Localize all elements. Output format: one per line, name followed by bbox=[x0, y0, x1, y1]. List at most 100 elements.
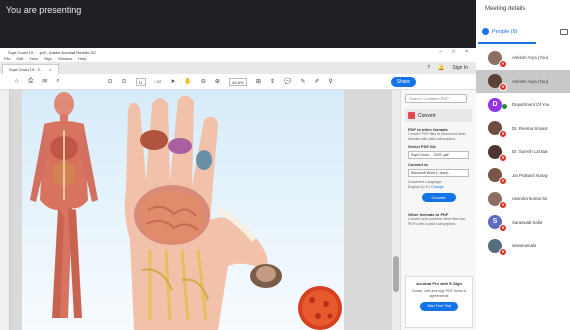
participant-row[interactable]: ✕ Dr. Suresh Lal Bar bbox=[476, 140, 570, 164]
sign-in-link[interactable]: Sign In bbox=[452, 65, 468, 71]
tools-pane: Search 'Combine PDF' Convert PDF to othe… bbox=[400, 90, 476, 330]
start-trial-button[interactable]: Start Free Trial bbox=[420, 302, 458, 312]
zoom-in-icon[interactable]: ⊕ bbox=[215, 78, 220, 85]
document-area bbox=[0, 90, 392, 330]
page-number-input[interactable]: 11 bbox=[135, 77, 146, 86]
participant-name: Saraswati Kalla bbox=[512, 219, 543, 225]
participant-row[interactable]: ✕ Ankesh Arya (You) bbox=[476, 46, 570, 70]
menu-help[interactable]: Help bbox=[78, 56, 86, 62]
mic-muted-icon: ✕ bbox=[499, 153, 507, 162]
fit-page-icon[interactable]: ⊞ bbox=[256, 78, 261, 85]
meeting-details-title: Meeting details bbox=[485, 6, 526, 12]
mic-muted-icon: ✕ bbox=[499, 224, 507, 233]
highlight-icon[interactable]: ✎ bbox=[300, 78, 305, 85]
promo-subtitle: Create, edit and sign PDF forms & agreem… bbox=[411, 289, 467, 298]
participant-row[interactable]: D Department Of You bbox=[476, 93, 570, 117]
avatar: ✕ bbox=[488, 238, 507, 256]
avatar: ✕ bbox=[488, 191, 507, 209]
bookmark-icon[interactable]: ☆ bbox=[14, 78, 19, 85]
menu-sign[interactable]: Sign bbox=[44, 56, 52, 62]
participant-name: Ankesh Arya (You) bbox=[512, 55, 549, 61]
menu-window[interactable]: Window bbox=[58, 56, 72, 62]
menu-view[interactable]: View bbox=[29, 56, 38, 62]
find-icon[interactable]: ⌕ bbox=[56, 78, 59, 85]
zoom-level[interactable]: 80.6% bbox=[228, 77, 247, 86]
participant-row[interactable]: ✕ ravindra kumar ba bbox=[476, 187, 570, 211]
promo-title: Acrobat Pro with E-Sign bbox=[416, 281, 462, 286]
draw-icon[interactable]: ✐ bbox=[315, 78, 320, 85]
share-button[interactable]: Share bbox=[390, 76, 416, 87]
hand-tool-icon[interactable]: ✋ bbox=[184, 78, 191, 85]
navigation-strip[interactable] bbox=[0, 90, 10, 330]
help-icon[interactable]: ? bbox=[427, 65, 430, 71]
change-language-link[interactable]: Change bbox=[431, 185, 444, 189]
print-icon[interactable]: ⎙ bbox=[28, 78, 33, 85]
acrobat-toolbar: ☆ ⎙ ✉ ⌕ ⊙ ⊙ 11 / 22 ➤ ✋ ⊖ ⊕ 80.6% ⊞ ⇕ 💬 … bbox=[0, 74, 476, 90]
meeting-tabs: People (9) bbox=[476, 22, 570, 44]
participant-name: Jai Prakash Naray bbox=[512, 172, 548, 178]
acrobat-window: Supt Covid 19 - ...pdf - Adobe Acrobat R… bbox=[0, 48, 476, 330]
participant-row[interactable]: S ✕ Saraswati Kalla bbox=[476, 211, 570, 235]
presenting-text: You are presenting bbox=[6, 5, 82, 15]
pdf-to-other-desc: Convert PDF files to Word and other form… bbox=[408, 132, 466, 141]
human-body-figure bbox=[30, 92, 98, 318]
convert-section-header[interactable]: Convert bbox=[405, 109, 472, 122]
page-total: / 22 bbox=[154, 79, 162, 84]
tab-close-icon[interactable]: × bbox=[49, 67, 51, 72]
avatar: ✕ bbox=[488, 144, 507, 162]
people-tab-label: People (9) bbox=[492, 28, 518, 35]
tab-bar: Supt Covid 19 - 2... × ? 🔔 Sign In bbox=[0, 62, 476, 74]
avatar: S ✕ bbox=[488, 215, 507, 233]
participant-list: ✕ Ankesh Arya (You) ✕ Ankesh Arya (You) … bbox=[476, 46, 570, 258]
acrobat-titlebar: Supt Covid 19 - ...pdf - Adobe Acrobat R… bbox=[0, 48, 476, 56]
prev-page-icon[interactable]: ⊙ bbox=[108, 78, 113, 85]
select-file-dropdown[interactable]: Supt Covid ... 2020 .pdf bbox=[408, 151, 469, 160]
tools-search-input[interactable]: Search 'Combine PDF' bbox=[405, 94, 467, 103]
participant-name: Dr. Suresh Lal Bar bbox=[512, 149, 548, 155]
anatomy-illustration bbox=[30, 92, 342, 330]
hand-anatomy-figure bbox=[124, 95, 282, 330]
mic-muted-icon: ✕ bbox=[499, 83, 507, 92]
menu-edit[interactable]: Edit bbox=[16, 56, 23, 62]
scrollbar-thumb[interactable] bbox=[393, 256, 399, 292]
participant-name: siwamamala bbox=[512, 243, 537, 249]
tab-people[interactable]: People (9) bbox=[482, 28, 517, 35]
maximize-button[interactable]: □ bbox=[452, 49, 455, 55]
close-window-button[interactable]: × bbox=[465, 49, 468, 55]
comment-icon[interactable]: 💬 bbox=[284, 78, 291, 85]
participant-row[interactable]: ✕ siwamamala bbox=[476, 234, 570, 258]
select-tool-icon[interactable]: ➤ bbox=[170, 78, 175, 85]
participant-name: Dr. Reema Srivast bbox=[512, 125, 548, 131]
convert-icon bbox=[408, 112, 415, 119]
minimize-button[interactable]: – bbox=[439, 49, 442, 55]
bell-icon[interactable]: 🔔 bbox=[438, 65, 444, 71]
convert-button[interactable]: Convert bbox=[421, 193, 456, 203]
avatar: D bbox=[488, 97, 502, 112]
acrobat-pro-promo: Acrobat Pro with E-Sign Create, edit and… bbox=[405, 276, 473, 328]
virus-illustration bbox=[298, 286, 342, 330]
convert-to-dropdown[interactable]: Microsoft Word (*.docx) bbox=[408, 169, 469, 178]
document-tab[interactable]: Supt Covid 19 - 2... × bbox=[2, 64, 59, 74]
participant-row[interactable]: ✕ Ankesh Arya (You) bbox=[476, 69, 570, 93]
presenting-banner: You are presenting bbox=[0, 0, 476, 48]
people-icon bbox=[482, 28, 489, 35]
participant-row[interactable]: ✕ Jai Prakash Naray bbox=[476, 164, 570, 188]
participant-name: Ankesh Arya (You) bbox=[512, 78, 549, 84]
convert-title: Convert bbox=[418, 112, 436, 119]
scroll-mode-icon[interactable]: ⇕ bbox=[270, 78, 275, 85]
email-icon[interactable]: ✉ bbox=[42, 78, 47, 85]
mic-muted-icon: ✕ bbox=[499, 247, 507, 256]
next-page-icon[interactable]: ⊙ bbox=[122, 78, 127, 85]
speaking-icon bbox=[502, 104, 507, 109]
convert-to-label: Convert to bbox=[408, 162, 428, 168]
menu-file[interactable]: File bbox=[4, 56, 10, 62]
avatar: ✕ bbox=[488, 121, 507, 139]
chat-icon[interactable] bbox=[560, 29, 568, 35]
meeting-panel: Meeting details People (9) ✕ Ankesh Arya… bbox=[476, 0, 570, 330]
participant-name: Department Of You bbox=[512, 102, 550, 108]
zoom-out-icon[interactable]: ⊖ bbox=[201, 78, 206, 85]
pdf-page bbox=[22, 90, 344, 330]
vertical-scrollbar[interactable] bbox=[392, 90, 400, 330]
participant-row[interactable]: ✕ Dr. Reema Srivast bbox=[476, 117, 570, 141]
stamp-icon[interactable]: ⚲ bbox=[329, 78, 333, 85]
